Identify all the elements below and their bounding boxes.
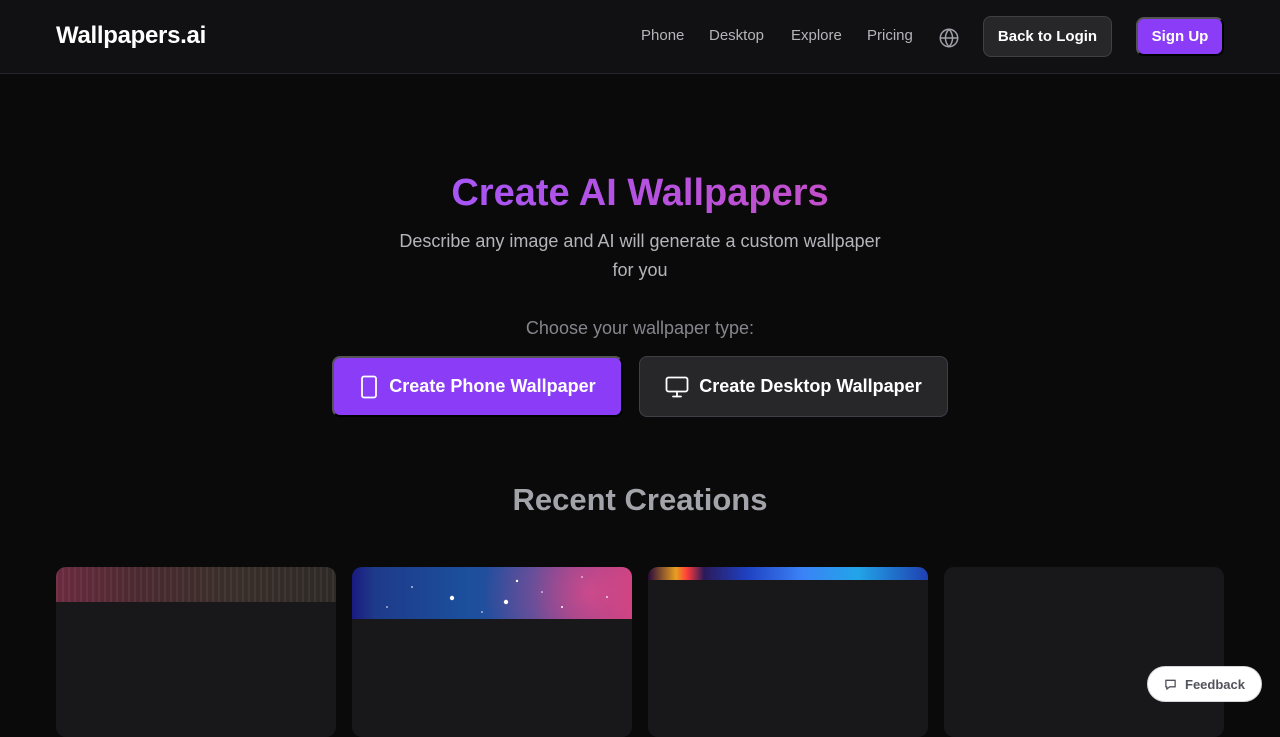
page-title: Create AI Wallpapers [0,172,1280,215]
recent-creation-card[interactable] [352,567,632,737]
top-navbar: Wallpapers.ai Phone Desktop Explore Pric… [0,0,1280,74]
site-logo[interactable]: Wallpapers.ai [56,22,206,50]
create-phone-wallpaper-label: Create Phone Wallpaper [389,376,596,396]
globe-icon[interactable] [938,27,960,49]
feedback-button[interactable]: Feedback [1147,666,1262,702]
hero-subtitle: Describe any image and AI will generate … [399,231,881,280]
star-field-graphic [386,576,608,613]
recent-creation-card[interactable] [56,567,336,737]
feedback-label: Feedback [1185,676,1245,692]
sign-up-button[interactable]: Sign Up [1136,17,1224,56]
create-desktop-wallpaper-label: Create Desktop Wallpaper [699,376,922,396]
phone-icon [359,375,379,399]
nav-link-desktop[interactable]: Desktop [709,27,764,44]
monitor-icon [665,376,689,398]
wallpaper-thumbnail [56,567,336,602]
nav-link-pricing[interactable]: Pricing [867,27,913,44]
recent-creation-card[interactable] [648,567,928,737]
recent-creations-heading: Recent Creations [512,482,768,517]
wallpaper-thumbnail [648,567,928,580]
back-to-login-button[interactable]: Back to Login [983,16,1112,57]
create-desktop-wallpaper-button[interactable]: Create Desktop Wallpaper [639,356,948,417]
wallpaper-thumbnail [352,567,632,619]
wallpaper-type-label: Choose your wallpaper type: [525,318,755,338]
nav-link-explore[interactable]: Explore [791,27,842,44]
nav-link-phone[interactable]: Phone [641,27,684,44]
chat-icon [1164,678,1177,691]
create-phone-wallpaper-button[interactable]: Create Phone Wallpaper [332,356,623,417]
recent-creation-card[interactable] [944,567,1224,737]
page-title-text: Create AI Wallpapers [451,172,829,214]
